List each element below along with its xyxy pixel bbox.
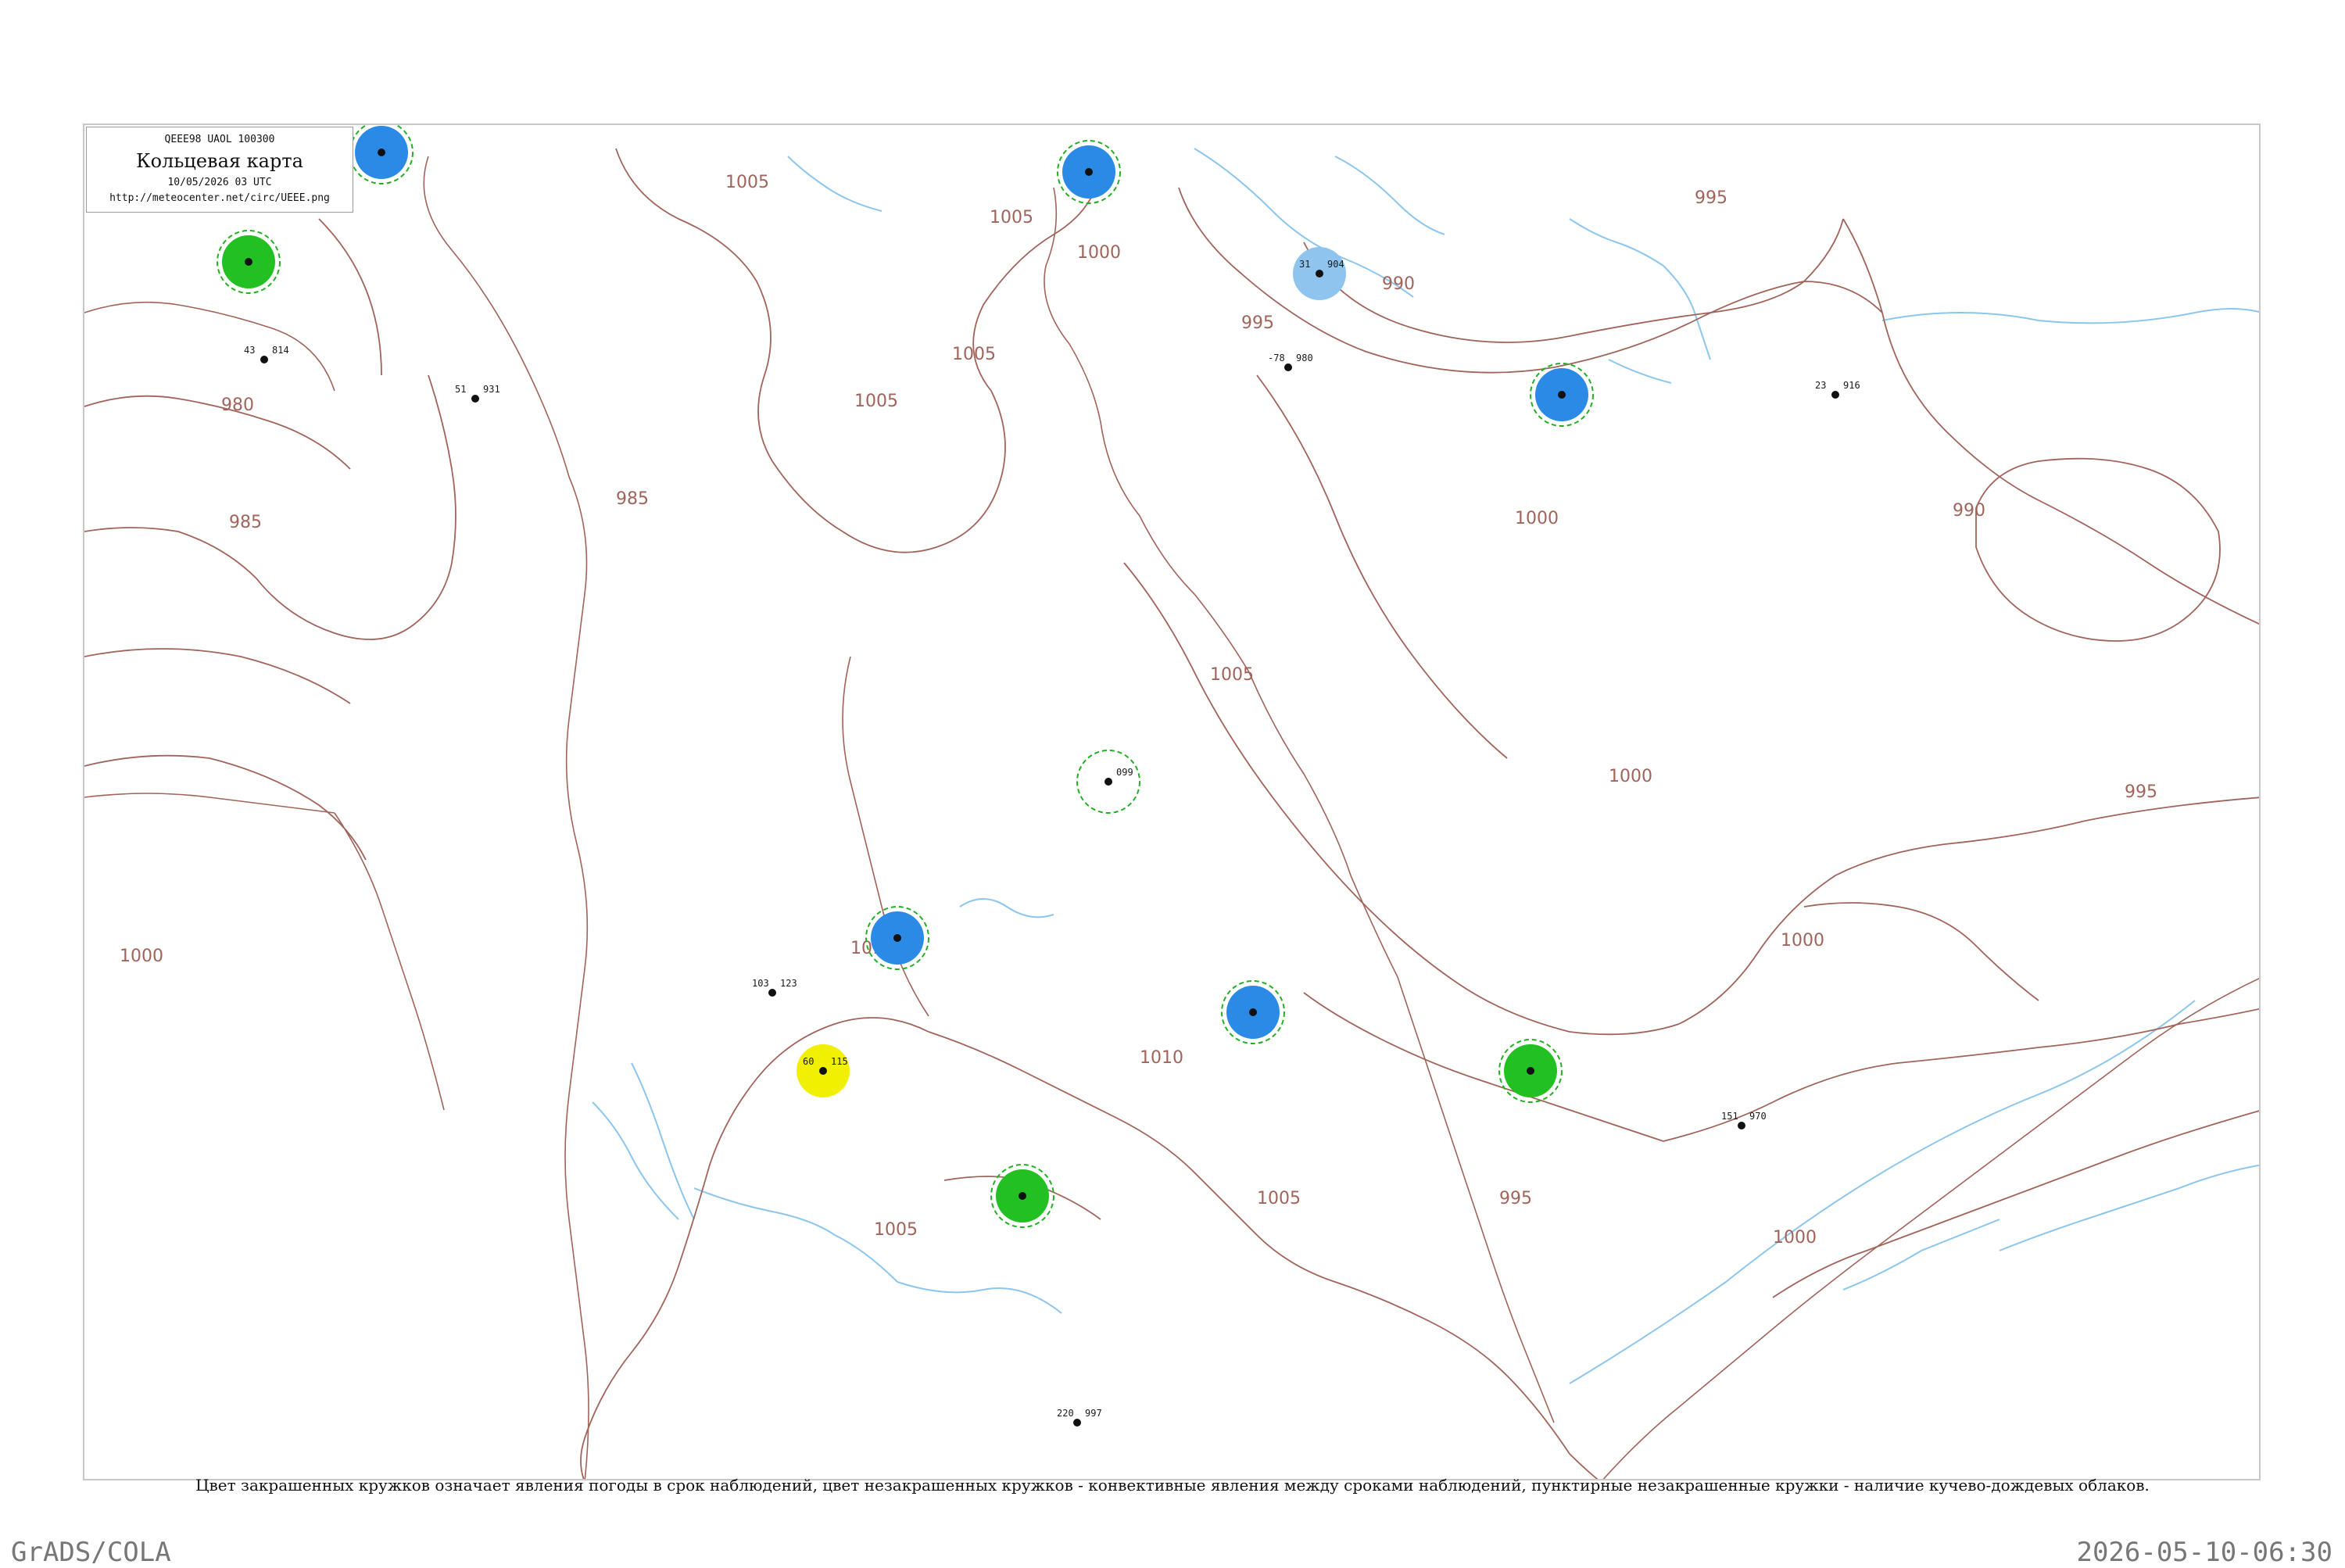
station-temp: 103: [752, 978, 769, 989]
isobar-label: 1000: [1781, 931, 1824, 950]
station-dot: [819, 1067, 827, 1075]
station-pressure: 980: [1296, 353, 1313, 363]
station-marker[interactable]: [865, 906, 929, 970]
isobar-label: 1005: [854, 392, 898, 411]
isobar-label: 1000: [1609, 767, 1652, 786]
isobar-label: 995: [1499, 1189, 1532, 1208]
header-datetime: 10/05/2026 03 UTC: [167, 177, 272, 188]
station-pressure: 123: [780, 978, 797, 989]
station-temp: 43: [244, 345, 255, 356]
station-dot: [471, 395, 479, 403]
isobar-label: 1005: [990, 208, 1033, 227]
isobar-label: 1010: [1140, 1048, 1183, 1068]
station-dot: [1104, 778, 1112, 786]
station-dot: [1527, 1067, 1534, 1075]
station-marker[interactable]: [217, 230, 281, 294]
station-dot: [1073, 1419, 1081, 1427]
station-pressure: 814: [272, 345, 289, 356]
station-marker[interactable]: 51 931: [455, 384, 500, 403]
station-temp: 151: [1721, 1111, 1738, 1122]
isobar-label: 985: [229, 513, 262, 532]
station-pressure: 099: [1116, 767, 1133, 778]
station-marker[interactable]: -78 980: [1268, 353, 1313, 371]
station-marker[interactable]: 151 970: [1721, 1111, 1767, 1129]
station-dot: [893, 934, 901, 942]
station-dot: [245, 258, 252, 266]
isobar-label: 1005: [1257, 1189, 1301, 1208]
station-dot: [1738, 1122, 1745, 1129]
station-marker[interactable]: 31 904: [1293, 247, 1346, 300]
station-temp: 220: [1057, 1408, 1074, 1419]
station-temp: -78: [1268, 353, 1285, 363]
station-marker[interactable]: [990, 1164, 1054, 1228]
isobar-label: 1005: [1210, 665, 1254, 685]
header-url[interactable]: http://meteocenter.net/circ/UEEE.png: [87, 192, 353, 204]
isobar-label: 1000: [1077, 243, 1121, 263]
isobar-label: 1005: [725, 173, 769, 192]
map-canvas[interactable]: 1005 1005 1005 1005 1000 995 995 990 100…: [84, 125, 2261, 1480]
station-marker[interactable]: [1498, 1039, 1563, 1103]
isobar-labels: 1005 1005 1005 1005 1000 995 995 990 100…: [120, 173, 2157, 1248]
station-marker[interactable]: 099: [1076, 750, 1140, 814]
station-dot: [1249, 1008, 1257, 1016]
isobar-label: 985: [616, 489, 649, 509]
rivers: [592, 148, 2259, 1384]
station-temp: 60: [803, 1056, 814, 1067]
station-marker[interactable]: 103 123: [752, 978, 797, 997]
station-marker[interactable]: [349, 125, 414, 184]
station-dot: [1284, 363, 1292, 371]
isobar-label: 1000: [120, 947, 163, 966]
station-dot: [378, 149, 385, 156]
station-pressure: 970: [1749, 1111, 1767, 1122]
station-marker[interactable]: 23 916: [1815, 380, 1860, 399]
station-pressure: 916: [1843, 380, 1860, 391]
isobars: [84, 148, 2259, 1479]
footer-software: GrADS/COLA: [11, 1537, 171, 1568]
station-dot: [1316, 270, 1323, 277]
isobar-label: 995: [2125, 782, 2157, 802]
station-marker[interactable]: 60 115: [797, 1044, 850, 1097]
station-marker[interactable]: [1057, 140, 1121, 204]
isobar-label: 1000: [1515, 509, 1559, 528]
footer-timestamp: 2026-05-10-06:30: [2076, 1537, 2332, 1568]
station-temp: 31: [1299, 259, 1310, 270]
station-dot: [1019, 1192, 1026, 1200]
isobar-label: 1005: [952, 345, 996, 364]
station-pressure: 115: [831, 1056, 848, 1067]
station-dot: [768, 989, 776, 997]
station-dot: [1831, 391, 1839, 399]
station-marker[interactable]: [1221, 980, 1285, 1044]
station-pressure: 931: [483, 384, 500, 395]
station-temp: 23: [1815, 380, 1826, 391]
isobar-label: 990: [1382, 274, 1415, 294]
isobar-label: 990: [1953, 501, 1985, 521]
header-code: QEEE98 UAOL 100300: [164, 134, 275, 145]
legend-note: Цвет закрашенных кружков означает явлени…: [195, 1476, 2150, 1495]
map-frame[interactable]: 1005 1005 1005 1005 1000 995 995 990 100…: [83, 124, 2261, 1480]
station-pressure: 997: [1085, 1408, 1102, 1419]
isobar-label: 995: [1695, 188, 1727, 208]
station-marker[interactable]: 220 997: [1057, 1408, 1102, 1427]
station-dot: [1085, 168, 1093, 176]
station-dot: [1558, 391, 1566, 399]
isobar-label: 980: [221, 396, 254, 415]
station-pressure: 904: [1327, 259, 1344, 270]
isobar-label: 1005: [874, 1220, 918, 1240]
station-temp: 51: [455, 384, 466, 395]
station-marker[interactable]: 43 814: [244, 345, 289, 363]
isobar-label: 995: [1241, 313, 1274, 333]
borders: [84, 156, 2259, 1479]
map-title: Кольцевая карта: [136, 150, 303, 172]
isobar-label: 1000: [1773, 1228, 1817, 1248]
map-header: QEEE98 UAOL 100300 Кольцевая карта 10/05…: [86, 127, 353, 213]
station-marker[interactable]: [1530, 363, 1594, 427]
station-dot: [260, 356, 268, 363]
